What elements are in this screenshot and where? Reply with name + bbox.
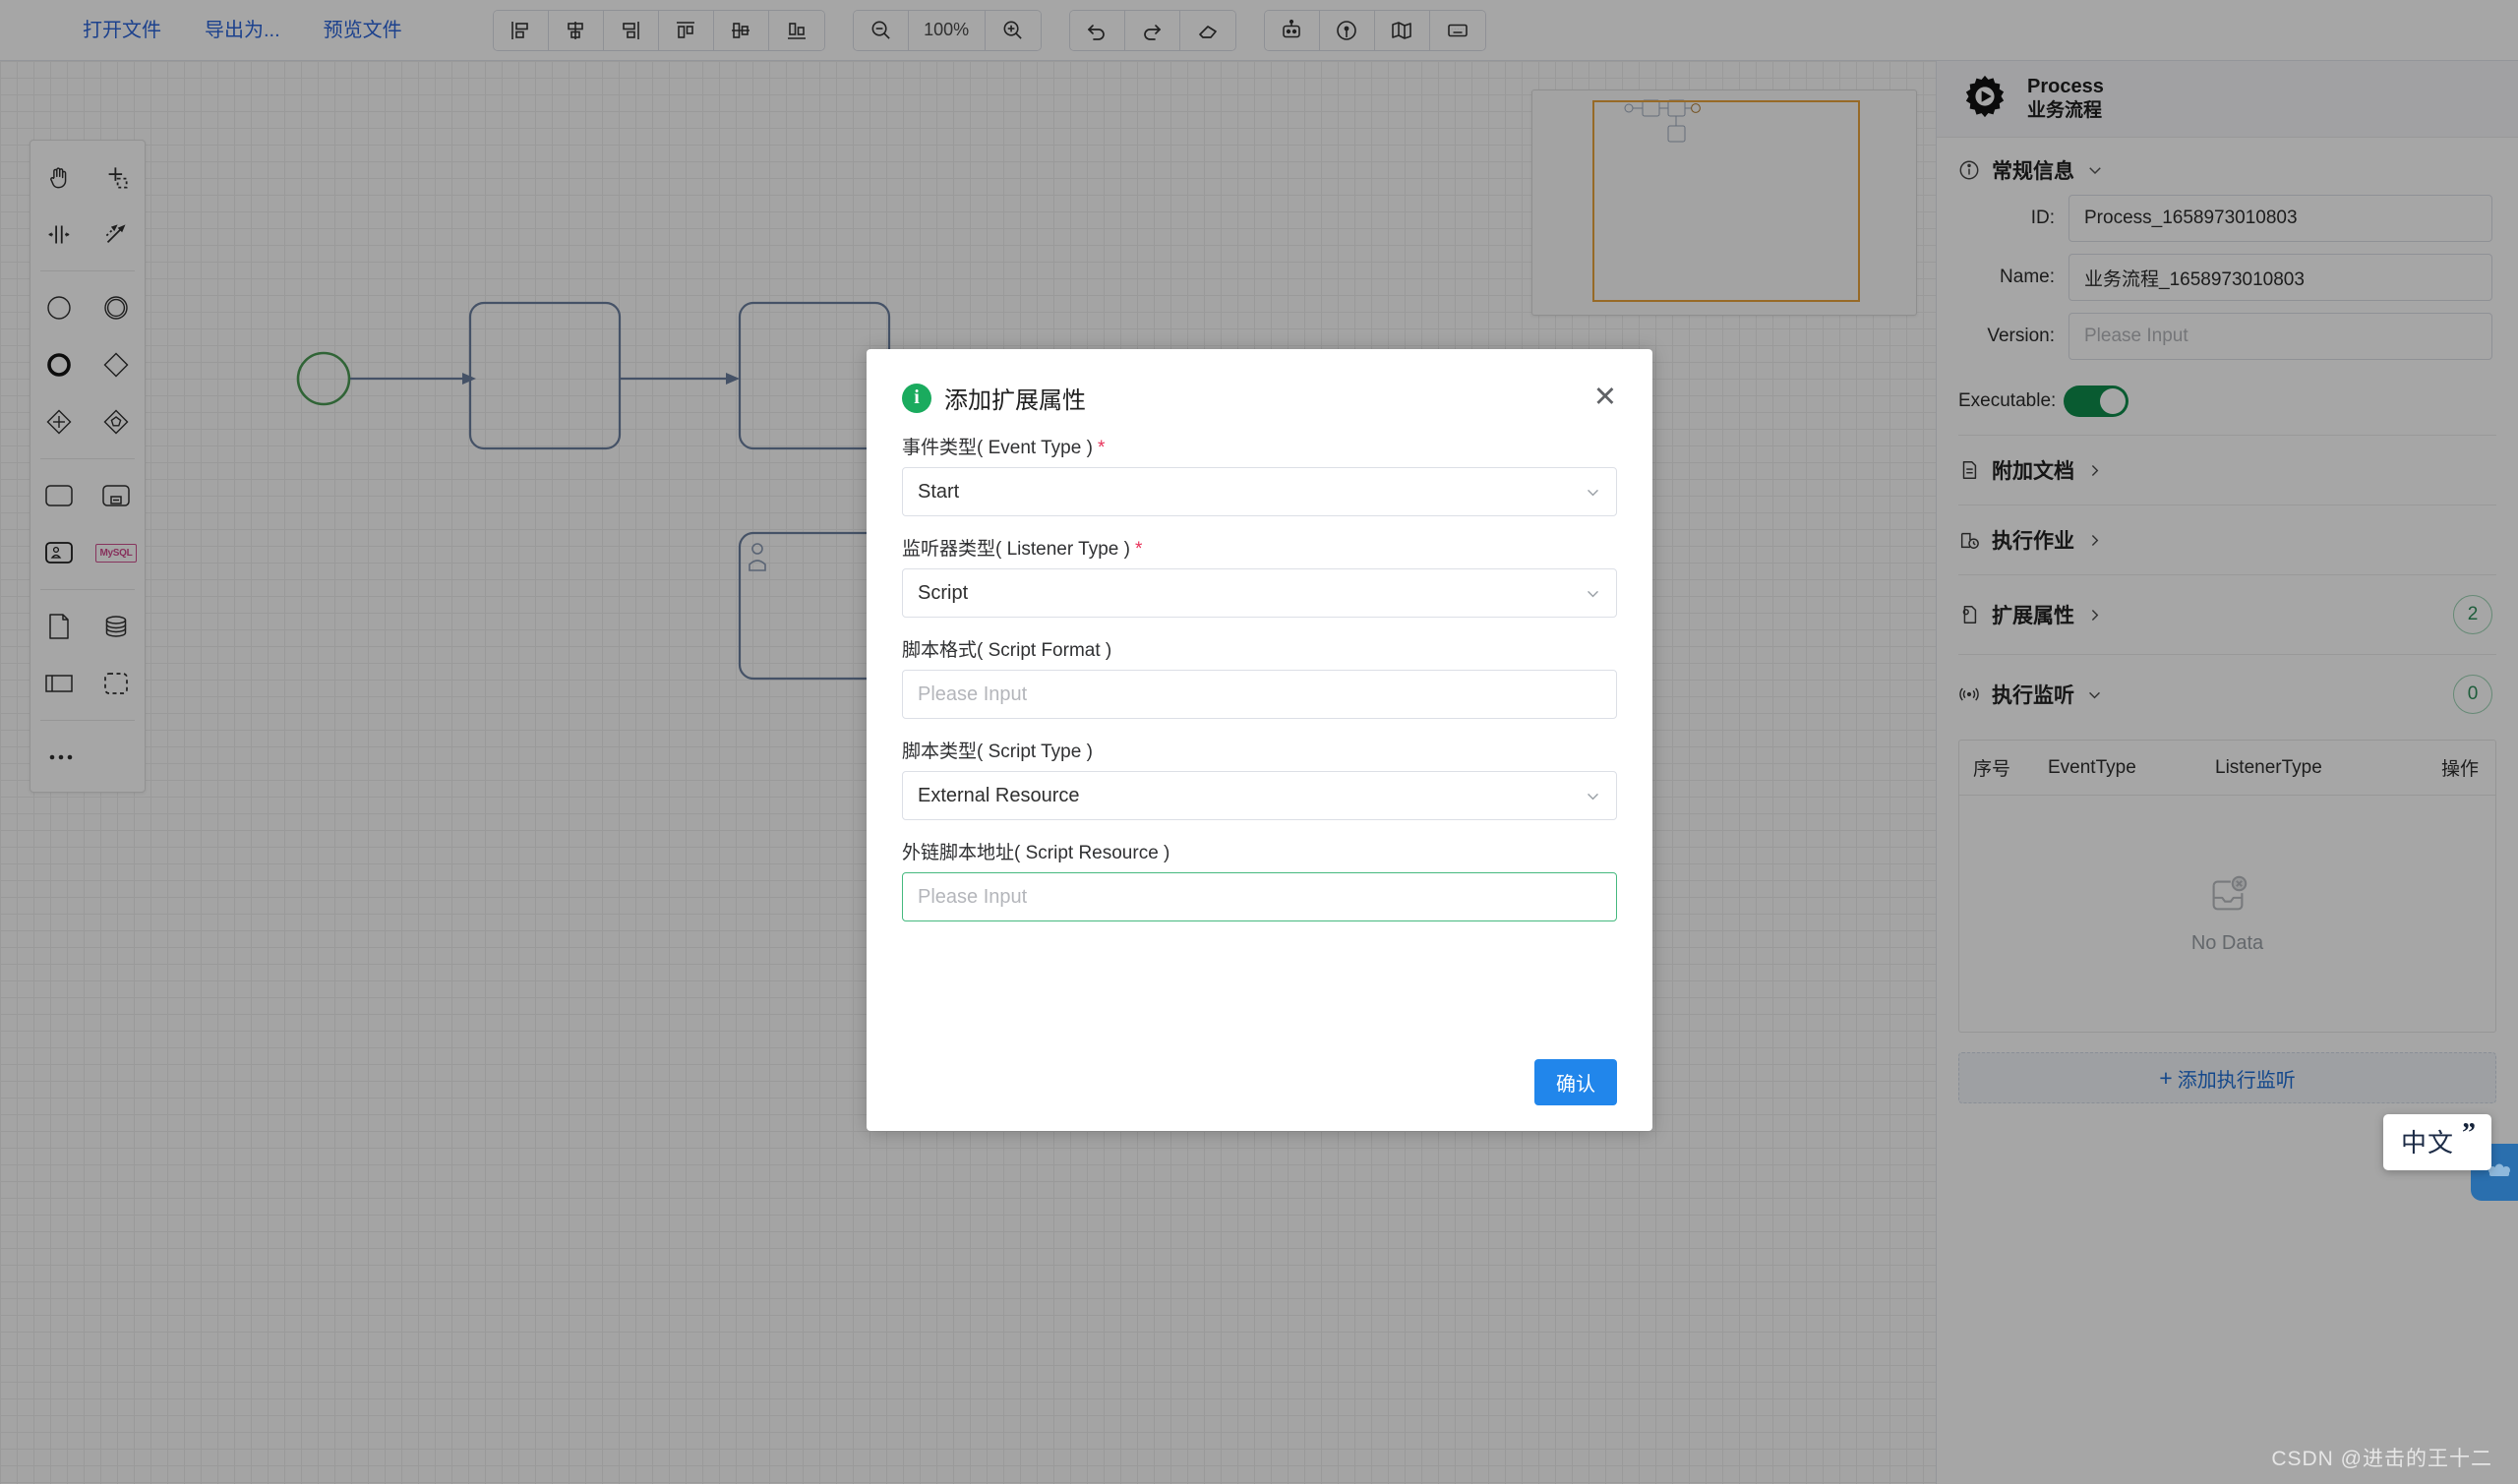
- script-type-value: External Resource: [918, 784, 1080, 806]
- info-circle-filled-icon: i: [902, 383, 931, 413]
- listener-type-select[interactable]: Script: [902, 568, 1617, 618]
- confirm-button[interactable]: 确认: [1534, 1059, 1617, 1105]
- language-chip[interactable]: 中文 ”: [2383, 1114, 2492, 1170]
- script-format-input[interactable]: Please Input: [902, 670, 1617, 719]
- quote-icon: ”: [2462, 1118, 2477, 1149]
- listener-type-label: 监听器类型( Listener Type ) *: [902, 534, 1617, 561]
- event-type-select[interactable]: Start: [902, 467, 1617, 516]
- listener-type-value: Script: [918, 581, 969, 604]
- bpmn-editor-app: 打开文件 导出为... 预览文件 100% MySQL Process 业务流程…: [0, 0, 2518, 1484]
- event-type-label: 事件类型( Event Type ) *: [902, 433, 1617, 459]
- event-type-label-text: 事件类型( Event Type ): [902, 438, 1093, 458]
- required-asterisk: *: [1134, 539, 1143, 560]
- required-asterisk: *: [1097, 438, 1106, 458]
- event-type-value: Start: [918, 480, 960, 503]
- chevron-down-icon: [1585, 484, 1601, 501]
- dialog-title: 添加扩展属性: [944, 387, 1086, 414]
- chevron-down-icon: [1585, 585, 1601, 602]
- language-chip-label: 中文: [2401, 1128, 2455, 1158]
- add-extension-property-dialog: i 添加扩展属性 ✕ 事件类型( Event Type ) * Start 监听器…: [867, 349, 1652, 1131]
- script-resource-label: 外链脚本地址( Script Resource ): [902, 843, 1170, 863]
- chevron-down-icon: [1585, 788, 1601, 804]
- dialog-header: i 添加扩展属性 ✕: [902, 381, 1617, 415]
- script-format-label: 脚本格式( Script Format ): [902, 640, 1112, 661]
- script-type-select[interactable]: External Resource: [902, 771, 1617, 820]
- watermark: CSDN @进击的王十二: [2271, 1448, 2492, 1470]
- script-type-label: 脚本类型( Script Type ): [902, 742, 1093, 762]
- dialog-footer: 确认: [1534, 1059, 1617, 1105]
- script-resource-input[interactable]: Please Input: [902, 872, 1617, 921]
- close-icon[interactable]: ✕: [1593, 384, 1617, 412]
- listener-type-label-text: 监听器类型( Listener Type ): [902, 539, 1130, 560]
